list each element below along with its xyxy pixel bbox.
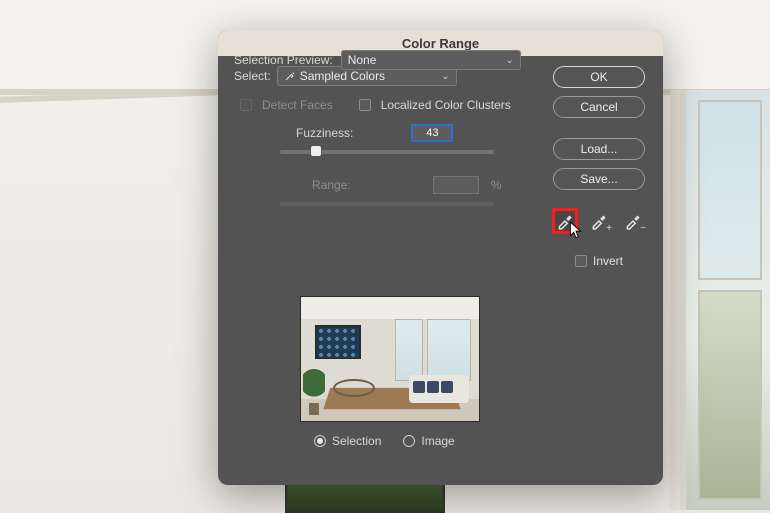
eyedropper-icon [284,70,296,82]
bg-window-pane2 [698,290,762,500]
pv-window2 [395,319,423,381]
chevron-down-icon: ⌄ [441,71,449,82]
pv-wallart [315,325,361,359]
plus-badge: + [606,224,612,234]
bg-window-pane [698,100,762,280]
save-label: Save... [580,172,617,186]
preview-image[interactable] [300,296,480,422]
ok-button[interactable]: OK [553,66,645,88]
range-unit: % [491,178,502,192]
cancel-label: Cancel [580,100,617,114]
radio-selection-indicator [314,435,326,447]
detect-faces-checkbox [240,99,252,111]
dialog-title: Color Range [402,36,479,51]
pv-plant [303,369,325,415]
range-label: Range: [312,178,351,192]
cursor-arrow-icon [567,221,585,239]
fuzziness-slider[interactable] [280,150,494,154]
cancel-button[interactable]: Cancel [553,96,645,118]
invert-checkbox[interactable] [575,255,587,267]
range-input [433,176,479,194]
radio-image[interactable]: Image [403,434,454,448]
pv-table [333,379,375,397]
pv-sofa [409,375,469,403]
select-value: Sampled Colors [300,69,385,83]
bg-window [680,90,770,510]
pv-window [427,319,471,381]
minus-badge: − [640,224,646,234]
eyedropper-add-tool[interactable]: + [586,208,612,234]
invert-label: Invert [593,254,623,268]
chevron-down-icon: ⌄ [505,55,513,66]
radio-selection[interactable]: Selection [314,434,381,448]
selection-preview-value: None [348,53,377,67]
localized-clusters-label: Localized Color Clusters [381,98,511,112]
radio-image-indicator [403,435,415,447]
pv-ceiling [301,297,479,319]
color-range-dialog: Color Range Select: Sampled Colors ⌄ Det… [218,30,663,485]
fuzziness-input[interactable] [411,124,453,142]
select-label: Select: [234,69,271,83]
load-label: Load... [581,142,618,156]
range-slider [280,202,494,206]
fuzziness-thumb[interactable] [310,145,322,157]
load-button[interactable]: Load... [553,138,645,160]
save-button[interactable]: Save... [553,168,645,190]
ok-label: OK [590,70,607,84]
localized-clusters-checkbox[interactable] [359,99,371,111]
radio-selection-label: Selection [332,434,381,448]
detect-faces-label: Detect Faces [262,98,333,112]
eyedropper-subtract-tool[interactable]: − [620,208,646,234]
radio-image-label: Image [421,434,454,448]
fuzziness-label: Fuzziness: [296,126,353,140]
selection-preview-label: Selection Preview: [234,53,333,67]
selection-preview-dropdown[interactable]: None ⌄ [341,50,521,70]
eyedropper-tool[interactable] [552,208,578,234]
